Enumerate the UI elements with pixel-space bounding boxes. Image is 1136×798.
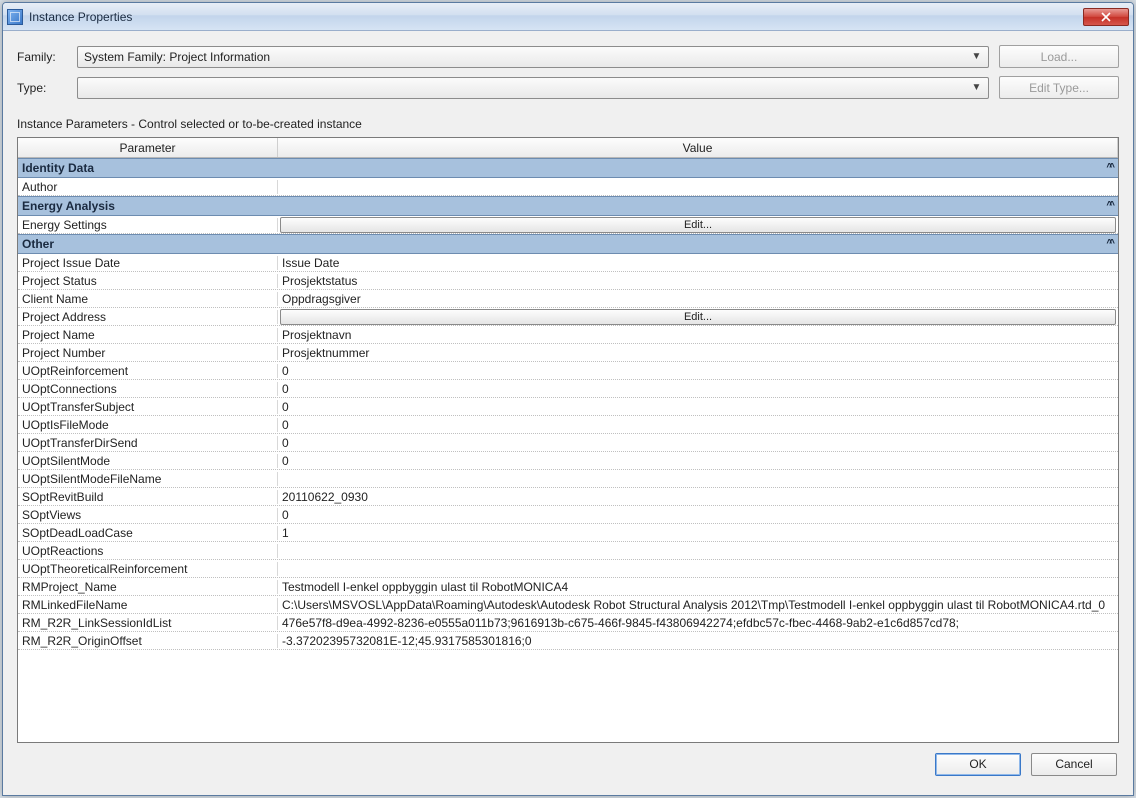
row-energy-settings[interactable]: Energy Settings Edit... — [18, 216, 1118, 234]
row-project-number[interactable]: Project NumberProsjektnummer — [18, 344, 1118, 362]
family-label: Family: — [17, 50, 67, 64]
title-bar[interactable]: Instance Properties — [3, 3, 1133, 31]
row-project-name[interactable]: Project NameProsjektnavn — [18, 326, 1118, 344]
instance-params-label: Instance Parameters - Control selected o… — [17, 117, 1119, 131]
grid-body[interactable]: Identity Data ^^ Author Energy Analysis … — [18, 158, 1118, 742]
collapse-icon: ^^ — [1106, 162, 1112, 173]
row-uopt-reinforcement[interactable]: UOptReinforcement0 — [18, 362, 1118, 380]
row-uopt-connections[interactable]: UOptConnections0 — [18, 380, 1118, 398]
dialog-instance-properties: Instance Properties Family: System Famil… — [2, 2, 1134, 796]
row-uopt-silent-mode[interactable]: UOptSilentMode0 — [18, 452, 1118, 470]
close-button[interactable] — [1083, 8, 1129, 26]
dialog-footer: OK Cancel — [17, 743, 1119, 785]
row-sopt-dead-load-case[interactable]: SOptDeadLoadCase1 — [18, 524, 1118, 542]
row-rm-r2r-origin-offset[interactable]: RM_R2R_OriginOffset-3.37202395732081E-12… — [18, 632, 1118, 650]
cancel-button[interactable]: Cancel — [1031, 753, 1117, 776]
edit-type-button[interactable]: Edit Type... — [999, 76, 1119, 99]
row-sopt-revit-build[interactable]: SOptRevitBuild20110622_0930 — [18, 488, 1118, 506]
type-combo[interactable]: ▼ — [77, 77, 989, 99]
row-rm-linked-file-name[interactable]: RMLinkedFileNameC:\Users\MSVOSL\AppData\… — [18, 596, 1118, 614]
load-button[interactable]: Load... — [999, 45, 1119, 68]
app-icon — [7, 9, 23, 25]
row-project-address[interactable]: Project AddressEdit... — [18, 308, 1118, 326]
dialog-content: Family: System Family: Project Informati… — [3, 31, 1133, 795]
chevron-down-icon: ▼ — [969, 49, 984, 65]
col-parameter[interactable]: Parameter — [18, 138, 278, 157]
grid-header: Parameter Value — [18, 138, 1118, 158]
row-uopt-theoretical-reinforcement[interactable]: UOptTheoreticalReinforcement — [18, 560, 1118, 578]
row-client-name[interactable]: Client NameOppdragsgiver — [18, 290, 1118, 308]
type-row: Type: ▼ Edit Type... — [17, 76, 1119, 99]
row-uopt-is-file-mode[interactable]: UOptIsFileMode0 — [18, 416, 1118, 434]
row-uopt-silent-mode-file-name[interactable]: UOptSilentModeFileName — [18, 470, 1118, 488]
chevron-down-icon: ▼ — [969, 80, 984, 96]
group-identity-data[interactable]: Identity Data ^^ — [18, 158, 1118, 178]
collapse-icon: ^^ — [1106, 200, 1112, 211]
energy-edit-button[interactable]: Edit... — [280, 217, 1116, 233]
row-uopt-reactions[interactable]: UOptReactions — [18, 542, 1118, 560]
family-row: Family: System Family: Project Informati… — [17, 45, 1119, 68]
ok-button[interactable]: OK — [935, 753, 1021, 776]
collapse-icon: ^^ — [1106, 238, 1112, 249]
close-icon — [1101, 12, 1111, 22]
row-rm-project-name[interactable]: RMProject_NameTestmodell I-enkel oppbygg… — [18, 578, 1118, 596]
group-other[interactable]: Other ^^ — [18, 234, 1118, 254]
row-uopt-transfer-dir-send[interactable]: UOptTransferDirSend0 — [18, 434, 1118, 452]
row-rm-r2r-link-session-id-list[interactable]: RM_R2R_LinkSessionIdList476e57f8-d9ea-49… — [18, 614, 1118, 632]
family-value: System Family: Project Information — [84, 50, 270, 64]
window-buttons — [1083, 8, 1129, 26]
row-author[interactable]: Author — [18, 178, 1118, 196]
row-project-issue-date[interactable]: Project Issue DateIssue Date — [18, 254, 1118, 272]
row-project-status[interactable]: Project StatusProsjektstatus — [18, 272, 1118, 290]
row-uopt-transfer-subject[interactable]: UOptTransferSubject0 — [18, 398, 1118, 416]
col-value[interactable]: Value — [278, 138, 1118, 157]
family-combo[interactable]: System Family: Project Information ▼ — [77, 46, 989, 68]
type-label: Type: — [17, 81, 67, 95]
window-title: Instance Properties — [29, 10, 1083, 24]
group-energy-analysis[interactable]: Energy Analysis ^^ — [18, 196, 1118, 216]
project-address-edit-button[interactable]: Edit... — [280, 309, 1116, 325]
row-sopt-views[interactable]: SOptViews0 — [18, 506, 1118, 524]
parameters-grid: Parameter Value Identity Data ^^ Author … — [17, 137, 1119, 743]
